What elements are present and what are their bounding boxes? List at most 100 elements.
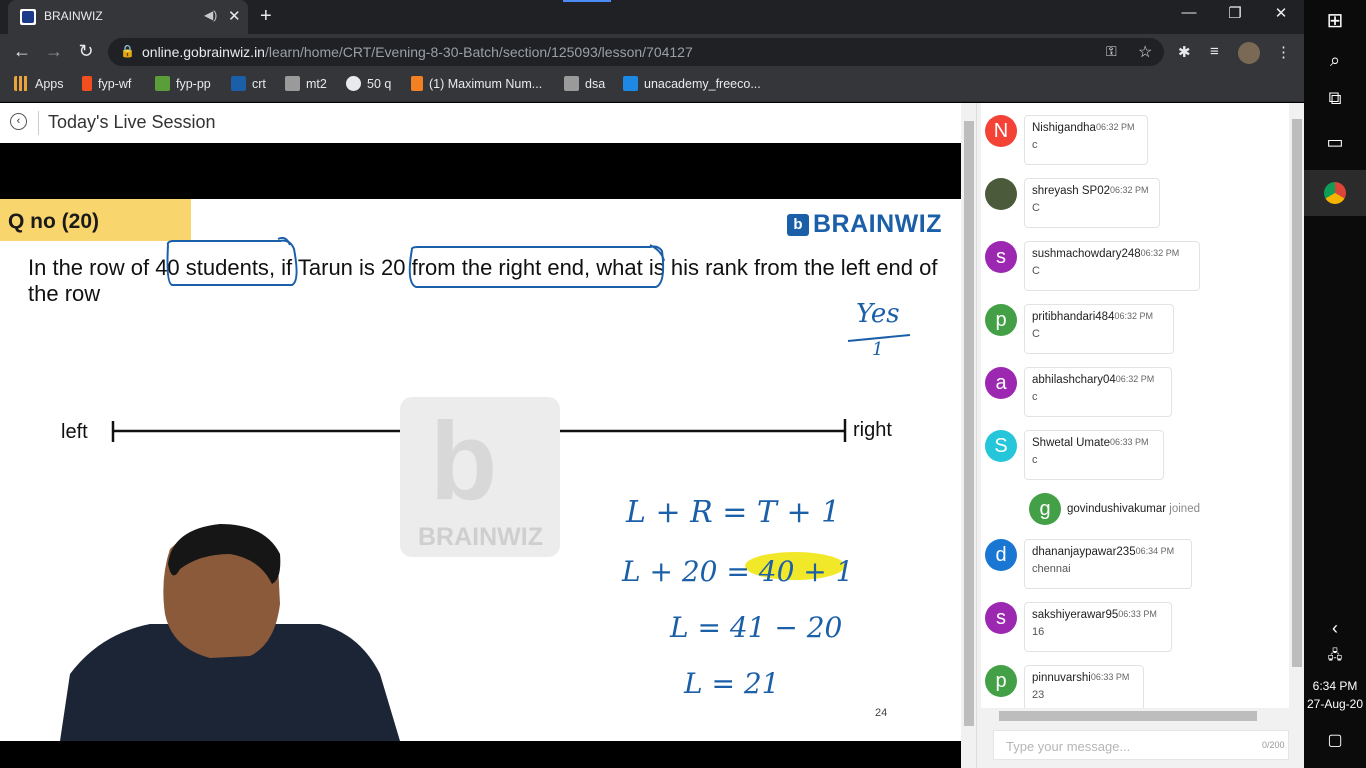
label-left: left bbox=[61, 421, 88, 443]
browser-tab[interactable]: BRAINWIZ ◀) ✕ bbox=[8, 0, 248, 34]
network-icon[interactable]: 🖧 bbox=[1304, 646, 1366, 668]
back-arrow-icon[interactable]: ← bbox=[10, 41, 34, 62]
page-title: Today's Live Session bbox=[48, 112, 216, 132]
sender-name: dhananjaypawar235 bbox=[1032, 546, 1136, 558]
chat-message: N Nishigandha06:32 PM c bbox=[981, 105, 1289, 165]
chat-message: d dhananjaypawar23506:34 PM chennai bbox=[981, 529, 1289, 589]
back-circle-icon[interactable]: ‹ bbox=[10, 113, 27, 130]
highlighted-value: 40 + 1 bbox=[758, 555, 854, 588]
page-content: ‹ Today's Live Session Q no (20) b BRAIN… bbox=[0, 103, 961, 768]
message-text: 23 bbox=[1032, 689, 1045, 701]
message-text: C bbox=[1032, 328, 1040, 340]
bookmark-maximum-num[interactable]: (1) Maximum Num... bbox=[411, 76, 542, 91]
bookmark-fyp-wf[interactable]: fyp-wf bbox=[82, 76, 131, 91]
input-placeholder: Type your message... bbox=[1006, 739, 1131, 754]
task-view-icon[interactable]: ⧉ bbox=[1304, 88, 1366, 109]
pp-icon bbox=[155, 76, 170, 91]
message-bubble: Shwetal Umate06:33 PM c bbox=[1024, 430, 1164, 480]
header-divider bbox=[38, 111, 39, 135]
chat-panel: N Nishigandha06:32 PM c shreyash SP0206:32 … bbox=[961, 103, 1304, 768]
message-bubble: sushmachowdary24806:32 PM C bbox=[1024, 241, 1200, 291]
key-icon[interactable]: ⚿ bbox=[1106, 43, 1117, 60]
extensions-puzzle-icon[interactable]: ✱ bbox=[1178, 43, 1191, 61]
bookmark-unacademy[interactable]: unacademy_freeco... bbox=[623, 76, 761, 91]
message-time: 06:33 PM bbox=[1090, 672, 1130, 682]
tab-strip-indicator bbox=[563, 0, 611, 2]
media-queue-icon[interactable]: ≡ bbox=[1210, 43, 1219, 60]
chat-message-list[interactable]: N Nishigandha06:32 PM c shreyash SP0206:32 … bbox=[981, 103, 1289, 708]
user-avatar: N bbox=[985, 115, 1017, 147]
unacademy-icon bbox=[623, 76, 638, 91]
user-avatar bbox=[985, 178, 1017, 210]
clock-time[interactable]: 6:34 PM bbox=[1304, 679, 1366, 693]
close-tab-icon[interactable]: ✕ bbox=[228, 7, 241, 25]
handwritten-yes: Yes bbox=[856, 299, 900, 329]
minimize-button[interactable]: — bbox=[1174, 4, 1204, 21]
user-avatar: a bbox=[985, 367, 1017, 399]
message-text: chennai bbox=[1032, 563, 1071, 575]
brainwiz-icon bbox=[231, 76, 246, 91]
chat-message: S Shwetal Umate06:33 PM c bbox=[981, 420, 1289, 480]
bookmark-apps[interactable]: Apps bbox=[14, 76, 64, 91]
chat-scrollbar[interactable] bbox=[1289, 103, 1304, 708]
message-bubble: pritibhandari48406:32 PM C bbox=[1024, 304, 1174, 354]
message-bubble: shreyash SP0206:32 PM C bbox=[1024, 178, 1160, 228]
bookmark-crt[interactable]: crt bbox=[231, 76, 266, 91]
bookmark-fyp-pp[interactable]: fyp-pp bbox=[155, 76, 211, 91]
bookmark-50q[interactable]: 50 q bbox=[346, 76, 391, 91]
video-slide[interactable]: Q no (20) b BRAINWIZ In the row of 40 st… bbox=[0, 199, 961, 741]
terminal-icon[interactable]: ▭ bbox=[1304, 132, 1366, 153]
notification-icon[interactable]: ▢ bbox=[1304, 730, 1366, 750]
bookmark-star-icon[interactable]: ☆ bbox=[1138, 42, 1152, 62]
forward-arrow-icon[interactable]: → bbox=[42, 41, 66, 62]
close-window-button[interactable]: ✕ bbox=[1266, 4, 1296, 22]
sender-name: abhilashchary04 bbox=[1032, 374, 1116, 386]
search-icon[interactable]: ⌕ bbox=[1304, 50, 1366, 71]
sender-name: shreyash SP02 bbox=[1032, 185, 1110, 197]
user-avatar: d bbox=[985, 539, 1017, 571]
cc-icon bbox=[564, 76, 579, 91]
message-text: C bbox=[1032, 202, 1040, 214]
sender-name: Nishigandha bbox=[1032, 122, 1096, 134]
chevron-up-icon[interactable]: ‹ bbox=[1304, 618, 1366, 639]
handwritten-step1: L + 20 = 40 + 1 bbox=[622, 555, 854, 588]
bookmark-dsa[interactable]: dsa bbox=[564, 76, 605, 91]
user-avatar: S bbox=[985, 430, 1017, 462]
char-counter: 0/200 bbox=[1262, 740, 1285, 750]
chat-message-input[interactable]: Type your message... 0/200 bbox=[993, 730, 1289, 760]
chrome-taskbar-icon[interactable] bbox=[1304, 170, 1366, 216]
message-time: 06:33 PM bbox=[1118, 609, 1157, 619]
bookmark-mt2[interactable]: mt2 bbox=[285, 76, 327, 91]
message-time: 06:32 PM bbox=[1114, 311, 1154, 321]
message-bubble: pinnuvarshi06:33 PM 23 bbox=[1024, 665, 1144, 708]
tab-title: BRAINWIZ bbox=[44, 9, 103, 23]
message-text: c bbox=[1032, 391, 1038, 403]
windows-start-icon[interactable]: ⊞ bbox=[1304, 8, 1366, 33]
reload-icon[interactable]: ↻ bbox=[74, 41, 98, 62]
message-bubble: dhananjaypawar23506:34 PM chennai bbox=[1024, 539, 1192, 589]
page-scrollbar[interactable] bbox=[961, 103, 977, 768]
clock-date[interactable]: 27-Aug-20 bbox=[1304, 697, 1366, 711]
handwritten-one: 1 bbox=[872, 339, 884, 360]
restore-button[interactable]: ❐ bbox=[1220, 4, 1250, 22]
browser-tab-bar: BRAINWIZ ◀) ✕ + — ❐ ✕ bbox=[0, 0, 1304, 34]
joined-status: joined bbox=[1169, 503, 1200, 515]
new-tab-button[interactable]: + bbox=[260, 5, 272, 28]
menu-kebab-icon[interactable]: ⋮ bbox=[1276, 43, 1291, 61]
lock-icon: 🔒 bbox=[120, 44, 135, 58]
message-bubble: Nishigandha06:32 PM c bbox=[1024, 115, 1148, 165]
message-text: C bbox=[1032, 265, 1040, 277]
label-right: right bbox=[853, 419, 892, 441]
message-time: 06:32 PM bbox=[1095, 122, 1135, 132]
message-text: c bbox=[1032, 139, 1038, 151]
handwritten-step2: L = 41 − 20 bbox=[670, 611, 843, 644]
joined-user-name: govindushivakumar bbox=[1067, 503, 1167, 515]
sender-name: Shwetal Umate bbox=[1032, 437, 1110, 449]
chat-message: p pritibhandari48406:32 PM C bbox=[981, 294, 1289, 354]
chat-message: a abhilashchary0406:32 PM c bbox=[981, 357, 1289, 417]
chat-horizontal-scrollbar[interactable] bbox=[981, 708, 1289, 722]
user-avatar: p bbox=[985, 665, 1017, 697]
speaker-icon[interactable]: ◀) bbox=[204, 8, 217, 22]
profile-avatar[interactable] bbox=[1238, 42, 1260, 64]
address-bar[interactable]: 🔒 online.gobrainwiz.in/learn/home/CRT/Ev… bbox=[108, 38, 1164, 66]
